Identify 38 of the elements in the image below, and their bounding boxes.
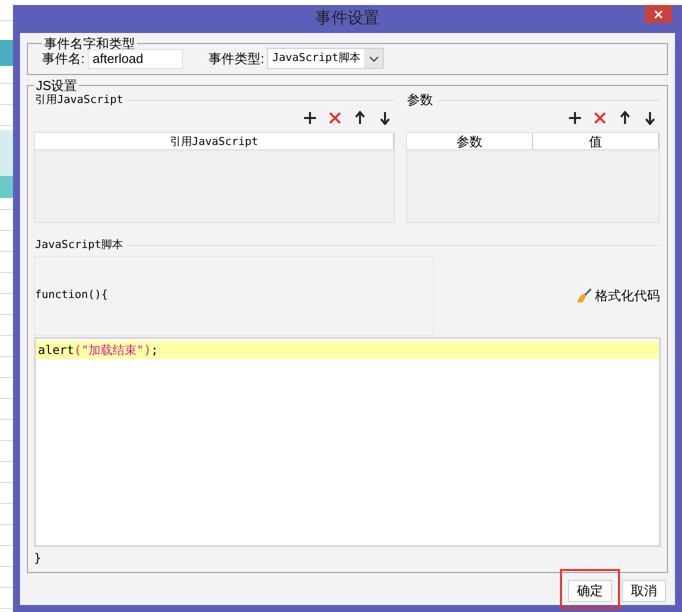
column-header[interactable]: 引用JavaScript (35, 133, 394, 149)
field-label: 事件类型: (208, 50, 264, 68)
plus-button[interactable] (568, 111, 582, 125)
close-icon (654, 10, 663, 18)
arrow-up-icon (353, 111, 367, 125)
plus-icon (303, 111, 317, 125)
arrow-down-button[interactable] (378, 111, 392, 125)
group-legend: JS设置 (34, 79, 80, 92)
broom-icon (576, 288, 592, 304)
arrow-down-icon (378, 111, 392, 125)
code-editor[interactable]: alert("加载结束"); (34, 336, 661, 546)
cancel-button[interactable]: 取消 (622, 580, 666, 602)
delete-button[interactable] (328, 111, 342, 125)
arrow-down-icon (643, 111, 657, 125)
arrow-up-button[interactable] (353, 111, 367, 125)
event-name-field[interactable]: afterload (88, 48, 183, 68)
delete-icon (328, 111, 342, 125)
close-button[interactable] (645, 5, 672, 23)
section-label: 引用JavaScript (34, 92, 124, 108)
plus-icon (568, 111, 582, 125)
column-header[interactable]: 参数 (407, 133, 533, 149)
code-text: function(){ (35, 287, 108, 304)
arrow-down-button[interactable] (643, 111, 657, 125)
window-title: 事件设置 (316, 8, 380, 29)
delete-icon (593, 111, 607, 125)
arrow-up-icon (618, 111, 632, 125)
ok-button[interactable]: 确定 (568, 580, 612, 602)
column-header[interactable]: 值 (533, 133, 659, 149)
field-label: 事件名: (42, 50, 85, 68)
plus-button[interactable] (303, 111, 317, 125)
code-text: } (34, 550, 42, 566)
chevron-down-icon (368, 56, 379, 62)
event-type-dropdown[interactable]: JavaScript脚本 (267, 48, 384, 69)
section-label: JavaScript脚本 (34, 237, 124, 253)
section-label: 参数 (406, 91, 433, 110)
format-code-button[interactable]: 格式化代码 (576, 286, 660, 306)
delete-button[interactable] (593, 111, 607, 125)
arrow-up-button[interactable] (618, 111, 632, 125)
